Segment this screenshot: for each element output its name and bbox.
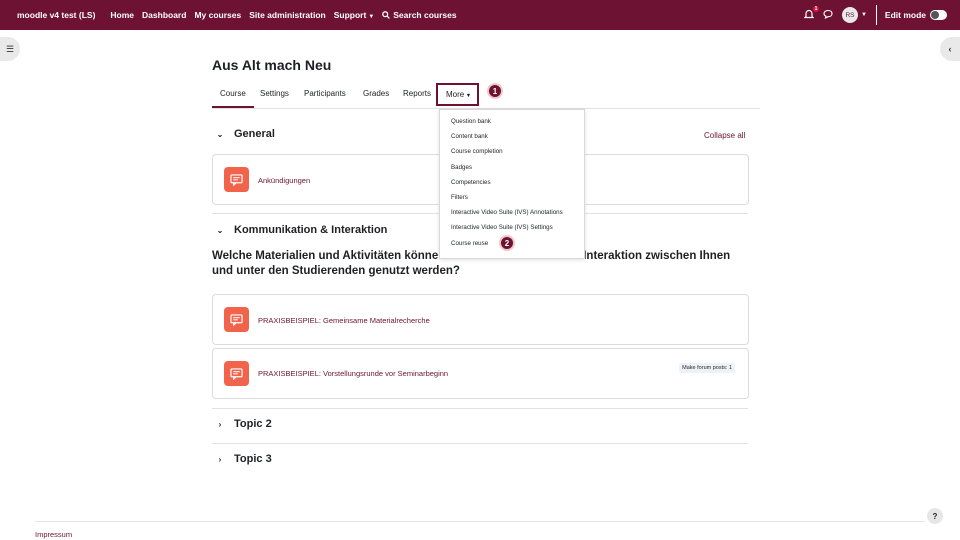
step-marker-1: 1 bbox=[487, 83, 503, 99]
search-courses-label: Search courses bbox=[393, 10, 457, 20]
navbar-divider bbox=[875, 5, 877, 25]
tab-more-label: More bbox=[446, 90, 465, 99]
step-marker-2: 2 bbox=[499, 235, 515, 251]
activity-card: PRAXISBEISPIEL: Gemeinsame Materialreche… bbox=[212, 294, 749, 345]
site-name[interactable]: moodle v4 test (LS) bbox=[17, 10, 95, 20]
nav-site-administration[interactable]: Site administration bbox=[249, 10, 326, 20]
nav-support-label: Support bbox=[333, 10, 367, 20]
menu-item-course-reuse[interactable]: Course reuse bbox=[451, 240, 488, 247]
messages-button[interactable] bbox=[823, 9, 833, 22]
course-secondary-nav: Course Settings Participants Grades Repo… bbox=[212, 82, 760, 109]
list-icon: ☰ bbox=[5, 43, 15, 54]
search-icon bbox=[382, 11, 391, 19]
primary-nav: Home Dashboard My courses Site administr… bbox=[110, 10, 464, 20]
footer-divider bbox=[35, 521, 925, 522]
section-general-header[interactable]: ⌄ General bbox=[214, 128, 275, 140]
menu-item-filters[interactable]: Filters bbox=[451, 194, 468, 201]
tab-more[interactable]: More ▼ bbox=[436, 83, 479, 106]
notifications-button[interactable]: 1 bbox=[803, 5, 819, 22]
chat-bubble-icon bbox=[823, 9, 833, 19]
menu-item-content-bank[interactable]: Content bank bbox=[451, 133, 488, 140]
nav-support[interactable]: Support ▼ bbox=[334, 10, 375, 20]
nav-my-courses[interactable]: My courses bbox=[194, 10, 241, 20]
section-kommunikation-title: Kommunikation & Interaktion bbox=[234, 224, 388, 236]
activity-card: PRAXISBEISPIEL: Vorstellungsrunde vor Se… bbox=[212, 348, 749, 399]
open-block-drawer-button[interactable]: ‹ bbox=[940, 37, 960, 61]
section-topic3-header[interactable]: › Topic 3 bbox=[214, 453, 272, 465]
tab-reports[interactable]: Reports bbox=[403, 82, 431, 106]
tab-course[interactable]: Course bbox=[212, 82, 254, 108]
impressum-link[interactable]: Impressum bbox=[35, 530, 72, 539]
menu-item-badges[interactable]: Badges bbox=[451, 164, 472, 171]
forum-icon bbox=[224, 361, 249, 386]
chevron-down-icon[interactable]: ▼ bbox=[861, 12, 867, 18]
chevron-down-icon: ⌄ bbox=[216, 225, 224, 235]
section-general-title: General bbox=[234, 128, 275, 140]
tab-settings[interactable]: Settings bbox=[260, 82, 289, 106]
search-courses-link[interactable]: Search courses bbox=[382, 10, 457, 20]
activity-link[interactable]: PRAXISBEISPIEL: Gemeinsame Materialreche… bbox=[258, 316, 430, 325]
nav-home[interactable]: Home bbox=[110, 10, 134, 20]
chevron-down-icon: ⌄ bbox=[216, 129, 224, 139]
user-avatar[interactable]: RS bbox=[841, 7, 858, 23]
edit-mode-toggle[interactable] bbox=[930, 10, 947, 20]
tab-participants[interactable]: Participants bbox=[304, 82, 346, 106]
nav-dashboard[interactable]: Dashboard bbox=[142, 10, 186, 20]
menu-item-course-completion[interactable]: Course completion bbox=[451, 148, 503, 155]
edit-mode-label: Edit mode bbox=[884, 10, 926, 20]
menu-item-ivs-annotations[interactable]: Interactive Video Suite (IVS) Annotation… bbox=[451, 209, 563, 216]
section-topic2-header[interactable]: › Topic 2 bbox=[214, 418, 272, 430]
navbar-right: 1 RS ▼ Edit mode bbox=[798, 0, 947, 30]
tab-grades[interactable]: Grades bbox=[363, 82, 389, 106]
section-topic3-title: Topic 3 bbox=[234, 453, 272, 465]
activity-link[interactable]: PRAXISBEISPIEL: Vorstellungsrunde vor Se… bbox=[258, 369, 448, 378]
section-kommunikation-header[interactable]: ⌄ Kommunikation & Interaktion bbox=[214, 224, 388, 236]
menu-item-question-bank[interactable]: Question bank bbox=[451, 118, 491, 125]
open-course-index-button[interactable]: ☰ bbox=[0, 37, 20, 61]
forum-icon bbox=[224, 307, 249, 332]
collapse-all-link[interactable]: Collapse all bbox=[704, 131, 745, 140]
activity-link[interactable]: Ankündigungen bbox=[258, 176, 310, 185]
chevron-right-icon: › bbox=[218, 419, 222, 429]
section-divider bbox=[212, 408, 748, 409]
completion-requirement-badge: Make forum posts: 1 bbox=[679, 363, 735, 373]
section-topic2-title: Topic 2 bbox=[234, 418, 272, 430]
top-navbar: moodle v4 test (LS) Home Dashboard My co… bbox=[0, 0, 960, 30]
help-button[interactable]: ? bbox=[927, 508, 943, 524]
section-divider bbox=[212, 443, 748, 444]
chevron-right-icon: › bbox=[218, 454, 222, 464]
forum-icon bbox=[224, 167, 249, 192]
more-dropdown-menu: Question bank Content bank Course comple… bbox=[439, 109, 585, 259]
page-title: Aus Alt mach Neu bbox=[212, 57, 332, 73]
chevron-down-icon: ▼ bbox=[464, 93, 472, 99]
chevron-down-icon: ▼ bbox=[368, 14, 375, 20]
menu-item-ivs-settings[interactable]: Interactive Video Suite (IVS) Settings bbox=[451, 224, 553, 231]
menu-item-competencies[interactable]: Competencies bbox=[451, 179, 491, 186]
chevron-left-icon: ‹ bbox=[948, 44, 952, 54]
notification-count-badge: 1 bbox=[812, 5, 819, 12]
